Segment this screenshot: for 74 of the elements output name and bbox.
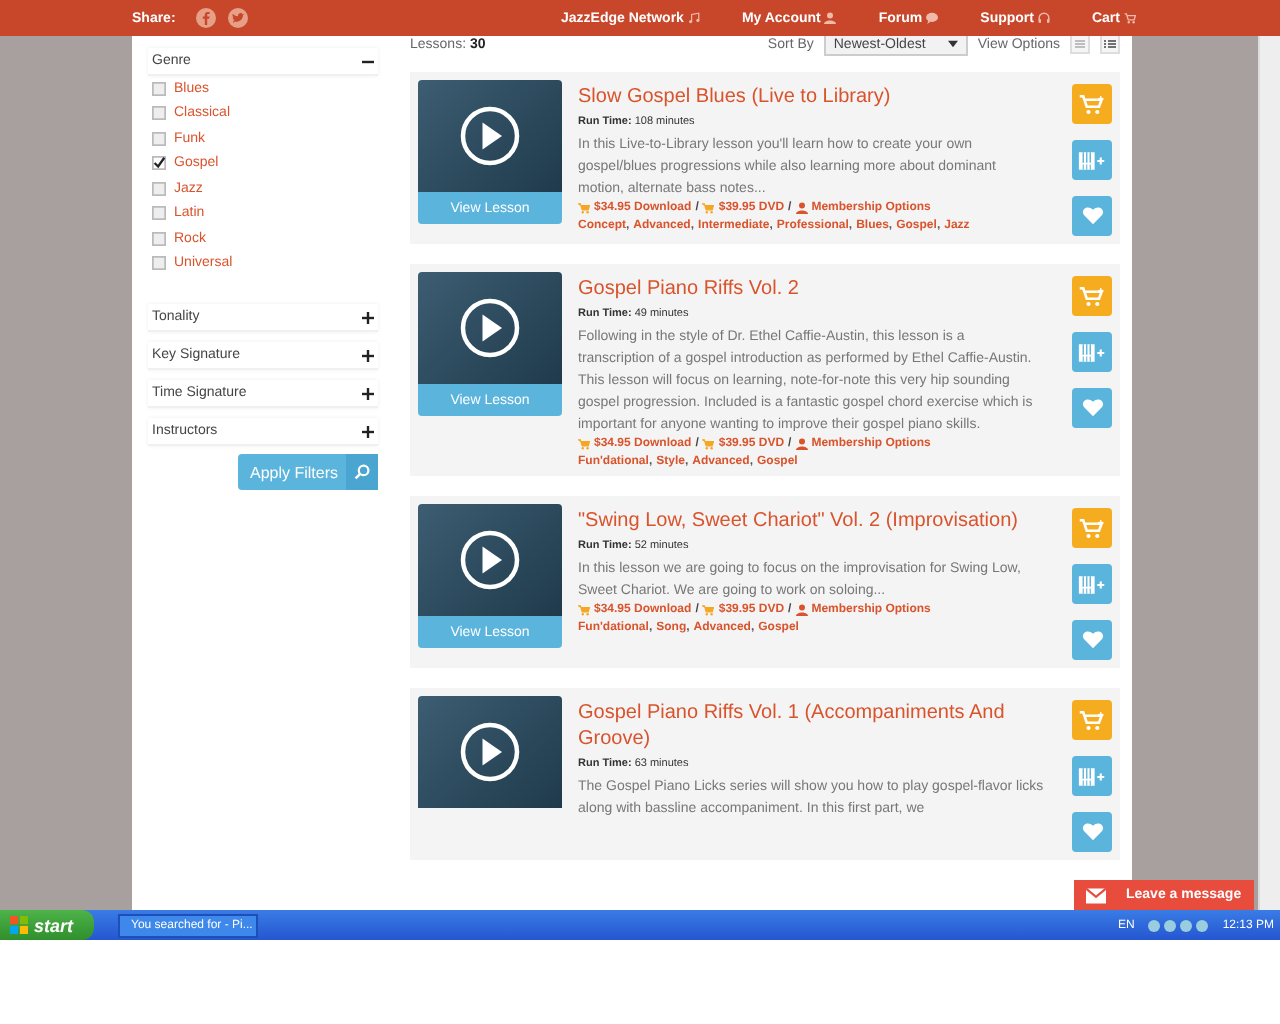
video-thumbnail[interactable] — [418, 696, 562, 808]
add-to-cart-button[interactable] — [1072, 508, 1112, 548]
lesson-title[interactable]: Gospel Piano Riffs Vol. 2 — [578, 276, 1044, 302]
expand-toggle-icon[interactable] — [362, 387, 374, 399]
checkbox[interactable] — [152, 231, 166, 246]
cart-plus-icon — [1078, 93, 1106, 115]
video-thumbnail[interactable] — [418, 272, 562, 384]
heart-icon — [1081, 822, 1103, 842]
add-to-cart-button[interactable] — [1072, 84, 1112, 124]
checkbox[interactable] — [152, 156, 166, 171]
start-button[interactable]: start — [0, 910, 94, 940]
scrollbar[interactable] — [1258, 36, 1280, 910]
favorite-button[interactable] — [1072, 196, 1112, 236]
add-to-cart-button[interactable] — [1072, 276, 1112, 316]
add-to-playlist-button[interactable] — [1072, 332, 1112, 372]
search-icon — [354, 464, 370, 480]
expand-toggle-icon[interactable] — [362, 311, 374, 323]
cart-icon — [702, 438, 715, 450]
cart-plus-icon — [1078, 709, 1106, 731]
add-to-playlist-button[interactable] — [1072, 564, 1112, 604]
apply-filters-button[interactable]: Apply Filters — [237, 454, 378, 490]
play-icon — [460, 722, 520, 782]
cart-icon — [702, 604, 715, 616]
piano-keys-plus-icon — [1078, 341, 1106, 363]
piano-keys-plus-icon — [1078, 149, 1106, 171]
piano-keys-plus-icon — [1078, 765, 1106, 787]
user-icon — [795, 202, 808, 214]
music-note-icon — [687, 12, 700, 24]
chat-bubble-icon — [926, 12, 939, 24]
add-to-cart-button[interactable] — [1072, 700, 1112, 740]
favorite-button[interactable] — [1072, 620, 1112, 660]
checkbox[interactable] — [152, 106, 166, 121]
play-icon — [460, 298, 520, 358]
cart-icon — [578, 438, 590, 450]
add-to-playlist-button[interactable] — [1072, 756, 1112, 796]
user-icon — [824, 12, 837, 24]
detail-view-icon[interactable] — [1100, 36, 1120, 54]
user-icon — [795, 604, 808, 616]
lesson-title[interactable]: "Swing Low, Sweet Chariot" Vol. 2 (Improvisation) — [578, 508, 1044, 534]
lesson-title[interactable]: Gospel Piano Riffs Vol. 1 (Accompaniments And Groove) — [578, 700, 1044, 752]
checkbox[interactable] — [152, 181, 166, 196]
facebook-icon[interactable] — [195, 8, 216, 28]
twitter-icon[interactable] — [227, 8, 248, 28]
expand-toggle-icon[interactable] — [362, 349, 374, 361]
cart-icon — [1124, 12, 1136, 24]
video-thumbnail[interactable] — [418, 80, 562, 192]
play-icon — [460, 106, 520, 166]
checkbox[interactable] — [152, 81, 166, 96]
collapse-toggle-icon[interactable] — [362, 55, 374, 67]
video-thumbnail[interactable] — [418, 504, 562, 616]
favorite-button[interactable] — [1072, 388, 1112, 428]
cart-plus-icon — [1078, 517, 1106, 539]
checkbox[interactable] — [152, 256, 166, 271]
piano-keys-plus-icon — [1078, 573, 1106, 595]
cart-icon — [578, 202, 590, 214]
heart-icon — [1081, 630, 1103, 650]
play-icon — [460, 530, 520, 590]
headset-icon — [1037, 12, 1050, 24]
list-view-icon[interactable] — [1070, 36, 1090, 54]
heart-icon — [1081, 398, 1103, 418]
add-to-playlist-button[interactable] — [1072, 140, 1112, 180]
cart-plus-icon — [1078, 285, 1106, 307]
cart-icon — [702, 202, 715, 214]
lesson-title[interactable]: Slow Gospel Blues (Live to Library) — [578, 84, 1044, 110]
heart-icon — [1081, 206, 1103, 226]
windows-logo-icon — [10, 916, 28, 934]
checkbox[interactable] — [152, 206, 166, 221]
checkbox[interactable] — [152, 131, 166, 146]
caret-icon — [947, 40, 958, 48]
mail-icon — [1086, 887, 1106, 903]
cart-icon — [578, 604, 590, 616]
user-icon — [795, 438, 808, 450]
favorite-button[interactable] — [1072, 812, 1112, 852]
expand-toggle-icon[interactable] — [362, 425, 374, 437]
